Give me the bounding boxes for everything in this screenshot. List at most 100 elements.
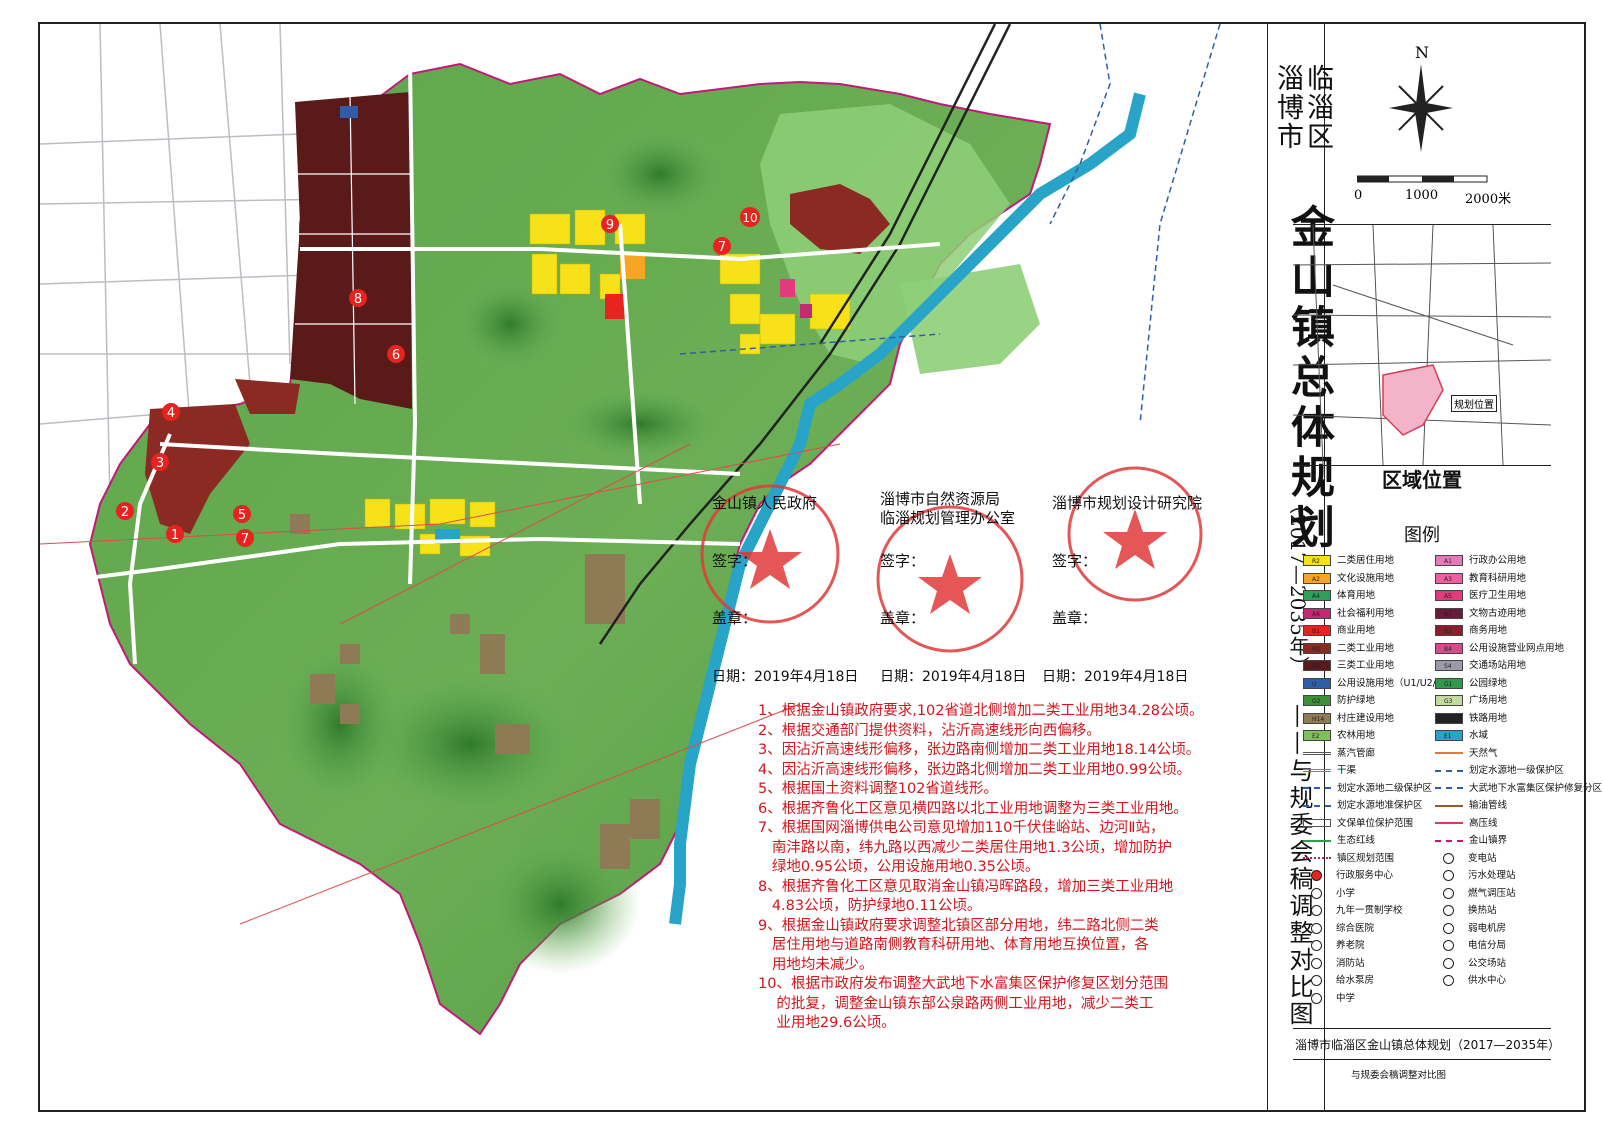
- seal-star-icon: [918, 554, 982, 614]
- legend-line-item: 大武地下水富集区保护修复分区: [1435, 782, 1602, 796]
- marker-10: 10: [742, 211, 757, 225]
- legend-code: A7: [1444, 610, 1452, 618]
- legend-label: 划定水源地一级保护区: [1469, 765, 1565, 776]
- legend-item: B1 商业用地: [1303, 624, 1375, 638]
- note-item: 7、根据国网淄博供电公司意见增加110千伏佳峪站、边河Ⅱ站， 南沣路以南，纬九路…: [758, 820, 1172, 875]
- legend-label: 文化设施用地: [1337, 572, 1395, 584]
- legend-line-item: 综合医院: [1303, 922, 1374, 936]
- hill: [590, 124, 730, 224]
- legend-label: 文保单位保护范围: [1337, 817, 1414, 829]
- legend-code: A3: [1444, 575, 1452, 583]
- marker-5: 5: [238, 508, 246, 523]
- marker-9: 9: [606, 218, 614, 233]
- welfare-plot: [800, 304, 812, 318]
- legend-code: A6: [1312, 610, 1320, 618]
- medical-plot: [780, 279, 795, 297]
- legend-line-item: 干渠: [1303, 764, 1356, 778]
- note-item: 2、根据交通部门提供资料，沾沂高速线形向西偏移。: [758, 722, 1101, 739]
- legend-label: 教育科研用地: [1469, 572, 1527, 584]
- legend-line-symbol-icon: [1311, 992, 1322, 1004]
- legend-swatch: H21: [1435, 712, 1463, 724]
- legend-label: 二类工业用地: [1337, 642, 1395, 654]
- legend-line-symbol-icon: [1311, 922, 1322, 934]
- title-city: 淄博市: [1272, 64, 1303, 151]
- legend-line-item: 天然气: [1435, 747, 1498, 761]
- legend-item: G1 公园绿地: [1435, 677, 1507, 691]
- north-label: N: [1415, 43, 1429, 62]
- legend-item: A6 社会福利用地: [1303, 607, 1394, 621]
- legend-swatch: S4: [1435, 660, 1463, 671]
- scale-label: 2000米: [1465, 192, 1512, 207]
- marker-4: 4: [167, 406, 175, 421]
- sign-date: 日期：2019年4月18日: [712, 669, 859, 685]
- sign-label: 签字：: [880, 552, 926, 570]
- legend-label: 公用设施营业网点用地: [1469, 642, 1565, 654]
- marker-7a: 7: [241, 532, 249, 547]
- legend-label: 弱电机房: [1468, 922, 1507, 934]
- footer-subtitle: 与规委会稿调整对比图: [1351, 1070, 1447, 1081]
- legend-label: 大武地下水富集区保护修复分区: [1469, 782, 1603, 794]
- legend-item: H14 村庄建设用地: [1303, 712, 1394, 726]
- sign-label: 签字：: [1052, 552, 1098, 570]
- legend-code: U: [1312, 680, 1317, 688]
- legend-label: 生态红线: [1337, 835, 1376, 846]
- legend-item: S4 交通场站用地: [1435, 659, 1526, 673]
- legend-label: 给水泵房: [1336, 975, 1375, 986]
- legend-line-item: 养老院: [1303, 939, 1365, 953]
- legend-label: 镇区规划范围: [1337, 852, 1395, 864]
- legend-line-symbol-icon: [1311, 905, 1322, 916]
- legend-label: 公园绿地: [1469, 677, 1508, 689]
- legend-code: G2: [1312, 698, 1321, 705]
- legend-swatch: A2: [1303, 572, 1331, 584]
- legend-item: R2 二类居住用地: [1303, 554, 1394, 568]
- org-design-institute: 淄博市规划设计研究院: [1052, 494, 1203, 512]
- legend-label: 污水处理站: [1468, 870, 1516, 881]
- legend-label: 农林用地: [1337, 730, 1376, 741]
- legend-label: 行政办公用地: [1469, 555, 1527, 566]
- legend-item: M2 二类工业用地: [1303, 642, 1394, 656]
- note-item: 9、根据金山镇政府要求调整北镇区部分用地，纬二路北侧二类 居住用地与道路南侧教育…: [758, 917, 1159, 973]
- legend-label: 水域: [1469, 730, 1489, 741]
- legend-swatch: G2: [1303, 695, 1331, 706]
- legend-code: E1: [1444, 733, 1452, 740]
- legend-code: B1: [1312, 628, 1320, 635]
- legend-line-item: 小学: [1303, 887, 1355, 901]
- scale-bar: 0 1000 2000米: [1354, 172, 1557, 222]
- legend-swatch: A4: [1303, 590, 1331, 601]
- legend-label: 养老院: [1336, 940, 1365, 951]
- legend-line-item: 文保单位保护范围: [1303, 817, 1413, 831]
- legend-line-item: 公交场站: [1435, 957, 1506, 971]
- legend-code: G1: [1444, 680, 1453, 688]
- legend-label: 输油管线: [1469, 800, 1508, 811]
- note-item: 3、因沾沂高速线形偏移，张边路南侧增加二类工业用地18.14公顷。: [758, 742, 1201, 758]
- legend-line-symbol-icon: [1443, 887, 1454, 899]
- legend-line-symbol-icon: [1311, 887, 1322, 899]
- seal-label: 盖章：: [880, 609, 926, 627]
- org-town-government: 金山镇人民政府: [712, 494, 818, 512]
- legend-label: 体育用地: [1337, 590, 1376, 601]
- legend-code: M2: [1312, 645, 1321, 653]
- scale-label: 0: [1354, 188, 1363, 203]
- legend-line-item: 中学: [1303, 992, 1355, 1006]
- seal-label: 盖章：: [712, 609, 758, 627]
- legend-label: 公交场站: [1468, 957, 1507, 969]
- location-inset-map[interactable]: 规划位置: [1292, 224, 1552, 466]
- legend-line-item: 燃气调压站: [1435, 887, 1516, 901]
- legend-item: A1 行政办公用地: [1435, 554, 1526, 568]
- north-arrow-icon: N: [1389, 43, 1453, 152]
- marker-7b: 7: [718, 240, 726, 255]
- marker-2: 2: [121, 505, 129, 520]
- seal-star-icon: [1103, 509, 1167, 569]
- note-item: 6、根据齐鲁化工区意见横四路以北工业用地调整为三类工业用地。: [758, 800, 1188, 817]
- legend-swatch: B1: [1303, 625, 1331, 636]
- legend-column: N 0 1000 2000米 规划位置 区域位置 图例 R2 二类居住用地 A1 行政…: [1292, 24, 1602, 1110]
- legend-line-symbol-icon: [1303, 839, 1331, 842]
- legend-line-item: 划定水源地一级保护区: [1435, 764, 1564, 778]
- legend-label: 村庄建设用地: [1337, 712, 1395, 724]
- legend-label: 消防站: [1336, 957, 1365, 969]
- sign-date: 日期：2019年4月18日: [1042, 669, 1189, 685]
- scale-bar-graphic: [1357, 175, 1488, 183]
- legend-line-symbol-icon: [1311, 957, 1322, 969]
- legend-line-symbol-icon: [1311, 870, 1322, 881]
- legend-swatch: A3: [1435, 572, 1463, 584]
